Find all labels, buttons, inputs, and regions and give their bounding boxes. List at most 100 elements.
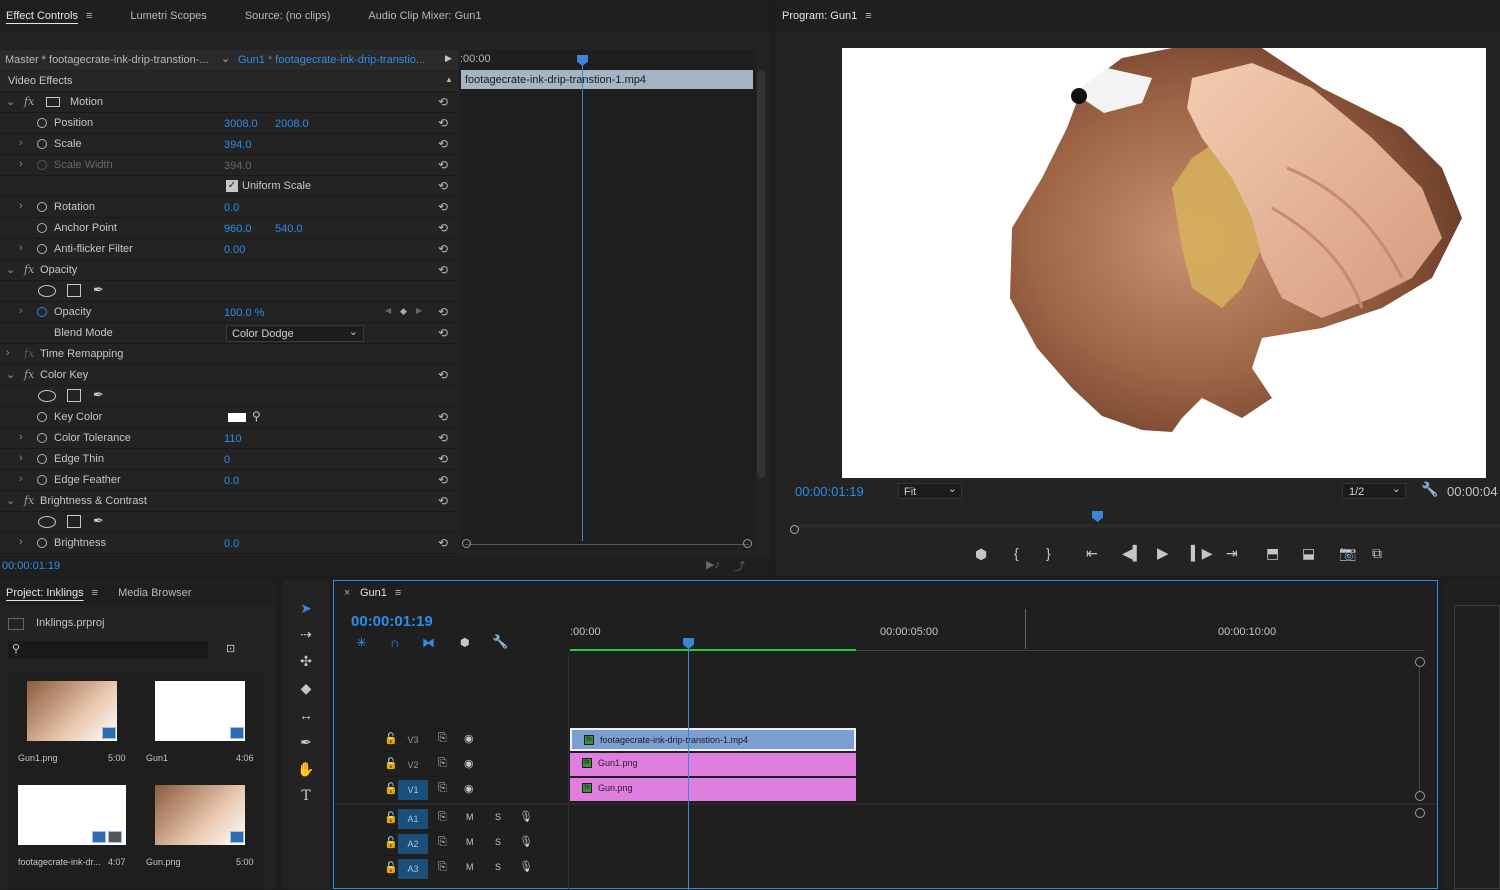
reset-icon[interactable]: ⟲	[438, 410, 448, 424]
slip-tool-icon[interactable]: ↔	[296, 705, 316, 725]
position-y-value[interactable]: 2008.0	[275, 118, 309, 130]
add-marker-icon[interactable]: ⬢	[460, 636, 470, 649]
tab-effect-controls[interactable]: Effect Controls ≡	[6, 10, 92, 22]
effect-row-motion[interactable]: ⌄ fx Motion ⟲	[0, 92, 458, 113]
stopwatch-icon[interactable]	[37, 202, 47, 212]
sync-lock-icon[interactable]: ⎘	[438, 811, 447, 824]
tab-media-browser[interactable]: Media Browser	[118, 587, 191, 599]
clip-v2[interactable]: fx Gun1.png	[570, 753, 856, 776]
reset-icon[interactable]: ⟲	[438, 473, 448, 487]
lock-icon[interactable]: 🔓	[384, 861, 398, 874]
effect-mini-timeline[interactable]: :00:00 footagecrate-ink-drip-transtion-1…	[460, 50, 756, 550]
project-item[interactable]: Gun1.png 5:00	[8, 673, 136, 777]
chevron-right-icon[interactable]: ›	[19, 137, 23, 149]
uniform-scale-checkbox[interactable]: ✓	[226, 180, 238, 192]
chevron-right-icon[interactable]: ›	[19, 305, 23, 317]
sync-lock-icon[interactable]: ⎘	[438, 782, 447, 795]
type-tool-icon[interactable]: T	[296, 786, 316, 806]
tab-lumetri-scopes[interactable]: Lumetri Scopes	[130, 10, 206, 22]
clip-v3[interactable]: fx footagecrate-ink-drip-transtion-1.mp4	[570, 728, 856, 751]
step-back-icon[interactable]: ◀▍	[1122, 545, 1144, 562]
work-area-bar[interactable]	[570, 649, 856, 651]
chevron-right-icon[interactable]: ›	[6, 347, 10, 359]
mark-out-icon[interactable]: }	[1046, 545, 1051, 561]
timeline-scrollbar[interactable]	[1419, 667, 1420, 791]
selection-tool-icon[interactable]: ➤	[296, 598, 316, 618]
track-target-a1[interactable]: A1	[398, 809, 428, 829]
scrub-start-handle[interactable]	[790, 525, 799, 534]
reset-icon[interactable]: ⟲	[438, 116, 448, 130]
close-icon[interactable]: ×	[344, 587, 350, 599]
tab-project[interactable]: Project: Inklings ≡	[6, 587, 98, 599]
panel-menu-icon[interactable]: ≡	[86, 10, 92, 22]
lock-icon[interactable]: 🔓	[384, 757, 398, 770]
reset-icon[interactable]: ⟲	[438, 221, 448, 235]
project-item[interactable]: footagecrate-ink-dr... 4:07	[8, 777, 136, 881]
wrench-icon[interactable]: 🔧	[1421, 481, 1438, 498]
rotation-value[interactable]: 0.0	[224, 202, 239, 214]
stopwatch-icon[interactable]	[37, 244, 47, 254]
color-tolerance-value[interactable]: 110	[224, 433, 242, 445]
chevron-down-icon[interactable]: ⌄	[6, 368, 15, 381]
chevron-right-icon[interactable]: ›	[19, 473, 23, 485]
lock-icon[interactable]: 🔓	[384, 836, 398, 849]
nest-toggle-icon[interactable]: ✳	[356, 635, 367, 651]
project-item[interactable]: Gun.png 5:00	[136, 777, 264, 881]
chevron-down-icon[interactable]: ⌄	[6, 494, 15, 507]
fit-dropdown[interactable]: Fit ⌄	[898, 483, 962, 499]
motion-transform-icon[interactable]	[46, 97, 60, 107]
program-timecode[interactable]: 00:00:01:19	[795, 484, 864, 499]
effect-row-brightness-contrast[interactable]: ⌄ fx Brightness & Contrast ⟲	[0, 491, 458, 512]
reset-icon[interactable]: ⟲	[438, 494, 448, 508]
anchor-x-value[interactable]: 960.0	[224, 223, 252, 235]
track-target-v2[interactable]: V2	[398, 755, 428, 775]
chevron-down-icon[interactable]: ⌄	[6, 95, 15, 108]
edge-feather-value[interactable]: 0.0	[224, 475, 239, 487]
track-target-v1[interactable]: V1	[398, 780, 428, 800]
effect-row-color-key[interactable]: ⌄ fx Color Key ⟲	[0, 365, 458, 386]
mark-in-icon[interactable]: {	[1014, 545, 1019, 561]
microphone-icon[interactable]: 🎙	[519, 860, 533, 873]
mini-clip-bar[interactable]: footagecrate-ink-drip-transtion-1.mp4	[461, 70, 753, 89]
panel-menu-icon[interactable]: ≡	[865, 10, 871, 22]
go-to-out-icon[interactable]: ⇥	[1226, 545, 1238, 562]
video-scroll-top-handle[interactable]	[1415, 657, 1425, 667]
reset-icon[interactable]: ⟲	[438, 179, 448, 193]
project-item[interactable]: Gun1 4:06	[136, 673, 264, 777]
reset-icon[interactable]: ⟲	[438, 536, 448, 550]
stopwatch-icon[interactable]	[37, 223, 47, 233]
go-to-in-icon[interactable]: ⇤	[1086, 545, 1098, 562]
reset-icon[interactable]: ⟲	[438, 263, 448, 277]
new-bin-icon[interactable]: ⊡	[226, 642, 235, 655]
chevron-down-icon[interactable]: ⌄	[6, 263, 15, 276]
sequence-clip-label[interactable]: Gun1 * footagecrate-ink-drip-transtio...	[238, 54, 425, 66]
chevron-right-icon[interactable]: ›	[19, 452, 23, 464]
solo-button[interactable]: S	[495, 837, 501, 847]
reset-icon[interactable]: ⟲	[438, 431, 448, 445]
chevron-right-icon[interactable]: ›	[19, 200, 23, 212]
effect-row-time-remapping[interactable]: › fx Time Remapping	[0, 344, 458, 365]
step-forward-icon[interactable]: ▍▶	[1191, 545, 1213, 562]
add-marker-icon[interactable]: ⬢	[975, 546, 987, 563]
track-target-v3[interactable]: V3	[398, 730, 428, 750]
scroll-handle-right[interactable]	[743, 539, 752, 548]
mute-button[interactable]: M	[466, 862, 474, 872]
track-target-a3[interactable]: A3	[398, 859, 428, 879]
razor-tool-icon[interactable]: ◆	[296, 678, 316, 698]
stopwatch-icon[interactable]	[37, 538, 47, 548]
ellipse-mask-icon[interactable]	[38, 516, 56, 528]
resolution-dropdown[interactable]: 1/2 ⌄	[1342, 483, 1406, 499]
collapse-up-icon[interactable]: ▲	[445, 75, 453, 84]
prev-keyframe-icon[interactable]: ◀	[385, 306, 391, 315]
chevron-down-icon[interactable]: ⌄	[221, 52, 230, 65]
video-scroll-bottom-handle[interactable]	[1415, 791, 1425, 801]
panel-menu-icon[interactable]: ≡	[395, 587, 401, 599]
lock-icon[interactable]: 🔓	[384, 811, 398, 824]
effect-vertical-scrollbar[interactable]	[757, 70, 765, 478]
reset-icon[interactable]: ⟲	[438, 368, 448, 382]
add-keyframe-icon[interactable]: ◆	[400, 306, 407, 317]
sync-lock-icon[interactable]: ⎘	[438, 861, 447, 874]
program-video-frame[interactable]	[842, 48, 1486, 478]
eye-icon[interactable]: ◉	[464, 732, 474, 745]
ellipse-mask-icon[interactable]	[38, 390, 56, 402]
